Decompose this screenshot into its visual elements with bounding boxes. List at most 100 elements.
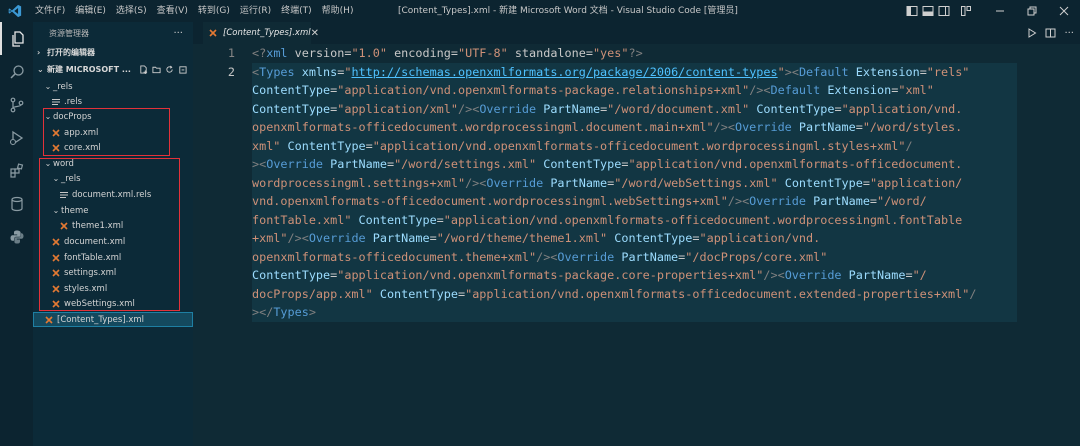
menu-help[interactable]: 帮助(H)	[317, 0, 359, 22]
code-line: vnd.openxmlformats-officedocument.wordpr…	[252, 192, 1017, 211]
more-actions-icon[interactable]: ···	[1064, 28, 1074, 39]
menu-terminal[interactable]: 终端(T)	[276, 0, 317, 22]
code-token: "/word/document.xml"	[607, 101, 750, 116]
menu-selection[interactable]: 选择(S)	[111, 0, 152, 22]
source-control-icon[interactable]	[0, 88, 33, 121]
split-editor-icon[interactable]	[1045, 28, 1056, 38]
code-line: ></Types>	[252, 303, 1017, 322]
menu-file[interactable]: 文件(F)	[30, 0, 70, 22]
toggle-primary-sidebar-icon[interactable]	[906, 5, 918, 17]
minimize-button[interactable]	[984, 0, 1016, 22]
code-token: xml"	[252, 138, 281, 153]
toggle-panel-icon[interactable]	[922, 5, 934, 17]
tree-file-websettings-xml[interactable]: webSettings.xml	[33, 296, 193, 311]
code-token: docProps/app.xml"	[252, 286, 373, 301]
menu-run[interactable]: 运行(R)	[235, 0, 276, 22]
tree-file-fonttable-xml[interactable]: fontTable.xml	[33, 250, 193, 265]
code-token: "/word/styles.	[862, 120, 963, 134]
code-token: ContentType	[372, 286, 458, 301]
code-line: +xml"/><Override PartName="/word/theme/t…	[252, 229, 1017, 248]
tree-file-core-xml[interactable]: core.xml	[33, 140, 193, 155]
tree-file-content-types-xml[interactable]: [Content_Types].xml	[33, 312, 193, 327]
xml-file-icon	[51, 143, 61, 153]
line-number: 1	[227, 46, 235, 60]
database-icon[interactable]	[0, 187, 33, 220]
code-token: =	[429, 231, 437, 245]
run-icon[interactable]	[1027, 28, 1037, 38]
customize-layout-icon[interactable]	[960, 5, 972, 17]
new-file-icon[interactable]	[139, 64, 148, 74]
tree-file-styles-xml[interactable]: styles.xml	[33, 281, 193, 296]
code-token: ContentType	[351, 212, 437, 227]
extensions-icon[interactable]	[0, 154, 33, 187]
toggle-secondary-sidebar-icon[interactable]	[938, 5, 950, 17]
tree-folder-word-rels[interactable]: ⌄ _rels	[33, 171, 193, 186]
code-token: PartName	[806, 194, 870, 208]
code-token: PartName	[543, 175, 608, 190]
refresh-icon[interactable]	[165, 65, 174, 74]
tree-folder-word[interactable]: ⌄ word	[33, 156, 193, 171]
close-window-button[interactable]	[1048, 0, 1080, 22]
code-editor[interactable]: 1 2 <?xml version="1.0" encoding="UTF-8"…	[193, 44, 1080, 446]
menu-edit[interactable]: 编辑(E)	[70, 0, 111, 22]
search-icon[interactable]	[0, 55, 33, 88]
tree-file-theme1-xml[interactable]: theme1.xml	[33, 218, 193, 233]
workspace-section[interactable]: ⌄ 新建 MICROSOFT ...	[33, 61, 193, 77]
new-folder-icon[interactable]	[152, 65, 161, 74]
tree-label: word	[53, 158, 74, 169]
tree-label: fontTable.xml	[64, 252, 122, 263]
code-token: "xml"	[898, 83, 934, 97]
code-token: Types	[273, 305, 309, 319]
tree-file-document-xml[interactable]: document.xml	[33, 234, 193, 249]
code-token: =	[855, 120, 863, 134]
close-tab-icon[interactable]: ✕	[311, 28, 319, 39]
tree-file-rels[interactable]: .rels	[33, 94, 193, 109]
code-token: Override	[734, 120, 792, 134]
open-editors-section[interactable]: › 打开的编辑器	[33, 44, 193, 60]
tree-folder-theme[interactable]: ⌄ theme	[33, 203, 193, 218]
code-token: PartName	[323, 157, 387, 171]
code-token: ContentType	[280, 138, 366, 153]
code-token: PartName	[365, 231, 430, 245]
code-token: Override	[784, 268, 842, 282]
tab-content-types[interactable]: [Content_Types].xml ✕	[203, 22, 319, 44]
code-token: +xml"	[252, 231, 288, 245]
chevron-down-icon: ⌄	[44, 82, 52, 91]
xml-file-icon	[51, 237, 61, 247]
menu-view[interactable]: 查看(V)	[152, 0, 193, 22]
python-icon[interactable]	[0, 220, 33, 253]
explorer-more-button[interactable]: ···	[173, 28, 183, 39]
code-token: /><	[749, 83, 771, 97]
code-token: version=	[287, 46, 352, 60]
code-token: Override	[486, 175, 544, 190]
collapse-all-icon[interactable]	[178, 65, 187, 74]
run-debug-icon[interactable]	[0, 121, 33, 154]
code-token: wordprocessingml.settings+xml"	[252, 175, 466, 190]
code-token: xmlns	[294, 64, 338, 79]
file-lines-icon	[59, 190, 69, 200]
code-token: ContentType	[252, 83, 331, 97]
explorer-icon[interactable]	[0, 22, 33, 55]
code-token: "application/vnd.openxmlformats-package.…	[337, 83, 750, 97]
line-number-gutter: 1 2	[193, 44, 245, 81]
code-token: /	[905, 138, 913, 153]
explorer-sidebar: 资源管理器 ··· › 打开的编辑器 ⌄ 新建 MICROSOFT ... ⌄ …	[33, 22, 193, 446]
code-token: http://schemas.openxmlformats.org/packag…	[351, 64, 778, 79]
restore-button[interactable]	[1016, 0, 1048, 22]
code-token: Types	[259, 64, 295, 79]
code-token: /><	[713, 120, 735, 134]
tree-file-app-xml[interactable]: app.xml	[33, 125, 193, 140]
menu-go[interactable]: 转到(G)	[193, 0, 235, 22]
code-token: ><	[784, 64, 799, 79]
tree-folder-docprops[interactable]: ⌄ docProps	[33, 109, 193, 124]
code-token: standalone=	[507, 46, 593, 60]
tree-label: app.xml	[64, 127, 99, 138]
code-token: ><	[252, 157, 267, 171]
tree-folder-rels[interactable]: ⌄ _rels	[33, 79, 193, 94]
tree-file-document-xml-rels[interactable]: document.xml.rels	[33, 187, 193, 202]
code-line: wordprocessingml.settings+xml"/><Overrid…	[252, 173, 1017, 192]
tree-file-settings-xml[interactable]: settings.xml	[33, 265, 193, 280]
xml-file-icon	[209, 29, 217, 37]
code-token: ContentType	[749, 101, 835, 116]
workspace-label: 新建 MICROSOFT ...	[47, 64, 131, 74]
